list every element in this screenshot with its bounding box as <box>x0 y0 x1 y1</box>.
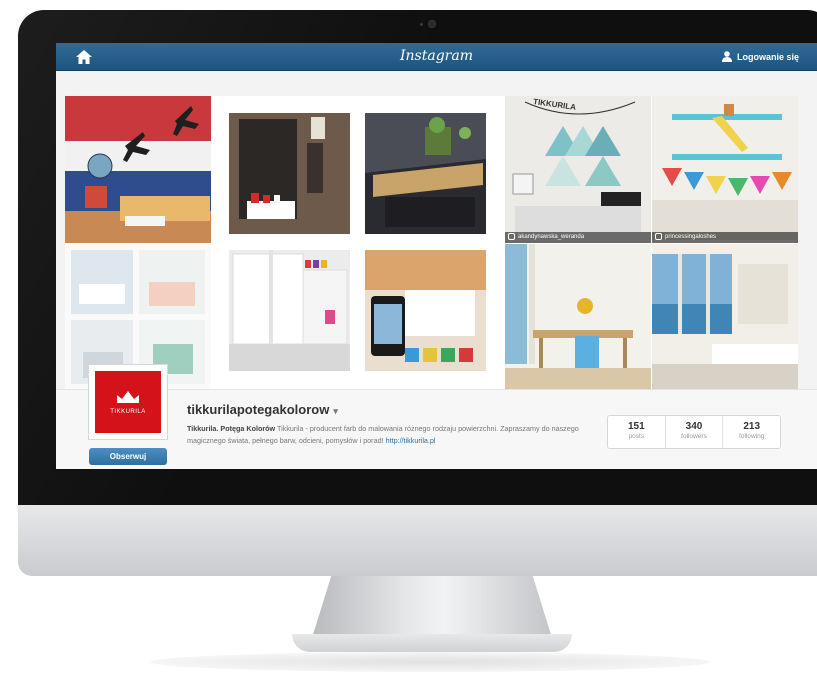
crown-icon <box>117 391 139 403</box>
monitor-base <box>292 634 572 652</box>
photo-credit[interactable]: akandynawska_weranda <box>505 232 651 243</box>
instagram-icon <box>655 232 662 240</box>
credit-username: princessingaloshes <box>665 234 717 240</box>
camera-icon <box>428 20 436 28</box>
monitor-chin <box>18 500 817 576</box>
stat-label: following <box>739 433 765 440</box>
camera-light <box>420 23 423 26</box>
profile-avatar[interactable]: TIKKURILA <box>88 364 168 440</box>
login-label: Logowanie się <box>736 51 799 62</box>
photo-chalkboard-shelf[interactable] <box>229 113 350 234</box>
photo-credit[interactable]: princessingaloshes <box>652 232 798 243</box>
photo-bright-living-room[interactable] <box>652 244 798 389</box>
photo-airplane-shelf[interactable]: princessingaloshes <box>652 96 798 243</box>
profile-header: TIKKURILA Obserwuj tikkurilapotegakoloro… <box>56 364 817 469</box>
instagram-logo[interactable]: Instagram <box>56 48 817 64</box>
stat-value: 213 <box>743 421 761 432</box>
stat-followers[interactable]: 340 followers <box>666 416 724 448</box>
stand-shadow <box>150 652 710 672</box>
shelf-scene <box>652 96 798 243</box>
top-navigation-bar: Instagram Logowanie się <box>56 43 817 71</box>
profile-stats: 151 posts 340 followers 213 following <box>607 415 781 449</box>
instagram-icon <box>508 232 515 240</box>
monitor-neck <box>312 576 552 638</box>
photo-phone-app[interactable] <box>365 250 486 371</box>
tikkurila-logo: TIKKURILA <box>95 371 161 433</box>
photo-dining-table[interactable] <box>505 244 651 389</box>
login-button[interactable]: Logowanie się <box>721 51 799 62</box>
stat-value: 340 <box>685 421 703 432</box>
stat-following[interactable]: 213 following <box>723 416 780 448</box>
photo-kitchen-island[interactable] <box>365 113 486 234</box>
photo-grid: TIKKURILA akandynawska_weranda princessi… <box>65 96 798 389</box>
stat-posts[interactable]: 151 posts <box>608 416 666 448</box>
stat-label: posts <box>628 433 645 440</box>
stat-value: 151 <box>627 421 645 432</box>
credit-username: akandynawska_weranda <box>518 234 585 240</box>
user-icon <box>721 51 732 62</box>
logo-text: TIKKURILA <box>110 409 146 415</box>
monitor-mockup: Instagram Logowanie się TIKKURILA akandy… <box>0 0 817 683</box>
photo-airplanes-room[interactable] <box>65 96 211 243</box>
chevron-down-icon[interactable]: ▾ <box>333 406 338 416</box>
follow-button[interactable]: Obserwuj <box>89 448 167 465</box>
profile-username[interactable]: tikkurilapotegakolorow ▾ <box>187 402 338 417</box>
bio-title: Tikkurila. Potęga Kolorów <box>187 424 276 433</box>
banner-scene <box>505 96 651 243</box>
username-text: tikkurilapotegakolorow <box>187 402 330 417</box>
stat-label: followers <box>681 433 707 440</box>
profile-bio: Tikkurila. Potęga Kolorów Tikkurila - pr… <box>187 423 585 447</box>
instagram-screen: Instagram Logowanie się TIKKURILA akandy… <box>56 43 817 469</box>
bio-link[interactable]: http://tikkurila.pl <box>386 436 436 445</box>
photo-white-kitchen[interactable] <box>229 250 350 371</box>
photo-tikkurila-banner[interactable]: TIKKURILA akandynawska_weranda <box>505 96 651 243</box>
